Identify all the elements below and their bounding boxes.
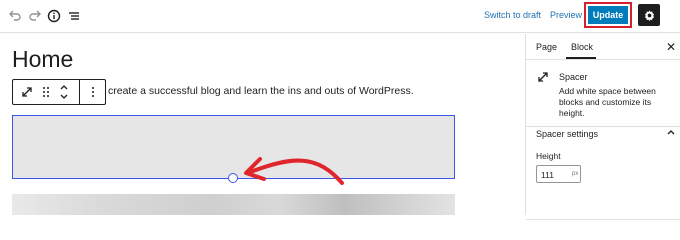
switch-to-draft-link[interactable]: Switch to draft [484,10,541,20]
top-toolbar: Switch to draft Preview Update [0,0,680,33]
height-unit: px [572,171,579,177]
sidebar-divider [526,219,680,220]
update-button[interactable]: Update [588,6,628,24]
paragraph-block[interactable]: create a successful blog and learn the i… [108,85,414,97]
chevron-up-icon[interactable] [665,126,677,138]
image-block[interactable] [12,194,455,215]
settings-sidebar: Page Block ✕ Spacer Add white space betw… [525,34,680,220]
redo-icon[interactable] [26,7,44,25]
spacer-block[interactable] [12,115,455,179]
info-icon[interactable] [45,7,63,25]
settings-button[interactable] [638,4,660,26]
sidebar-tabs: Page Block ✕ [526,34,680,60]
gear-icon [644,9,654,21]
block-toolbar [12,79,106,105]
panel-title[interactable]: Spacer settings [536,129,598,139]
height-value[interactable]: 111 [541,170,554,180]
block-description: Add white space between blocks and custo… [559,86,656,118]
resize-icon[interactable] [15,80,39,104]
spacer-block-icon [538,72,548,82]
block-name: Spacer [559,72,588,82]
annotation-arrow [244,157,344,185]
more-options-icon[interactable] [80,80,105,104]
drag-handle-icon[interactable] [39,80,53,104]
preview-link[interactable]: Preview [550,10,582,20]
editor-canvas[interactable]: Home create a successful blog and learn … [0,34,525,215]
undo-icon[interactable] [6,7,24,25]
spacer-resize-handle[interactable] [228,173,238,183]
height-input[interactable]: 111 px [536,165,581,183]
active-tab-indicator [566,57,596,59]
update-button-highlight: Update [584,2,632,28]
tab-block[interactable]: Block [571,42,593,52]
close-icon[interactable]: ✕ [666,40,676,54]
page-title[interactable]: Home [12,46,73,73]
height-label: Height [536,151,561,161]
tab-page[interactable]: Page [536,42,557,52]
move-up-down-icon[interactable] [53,80,75,104]
block-card: Spacer Add white space between blocks an… [526,61,680,127]
list-view-icon[interactable] [65,7,83,25]
